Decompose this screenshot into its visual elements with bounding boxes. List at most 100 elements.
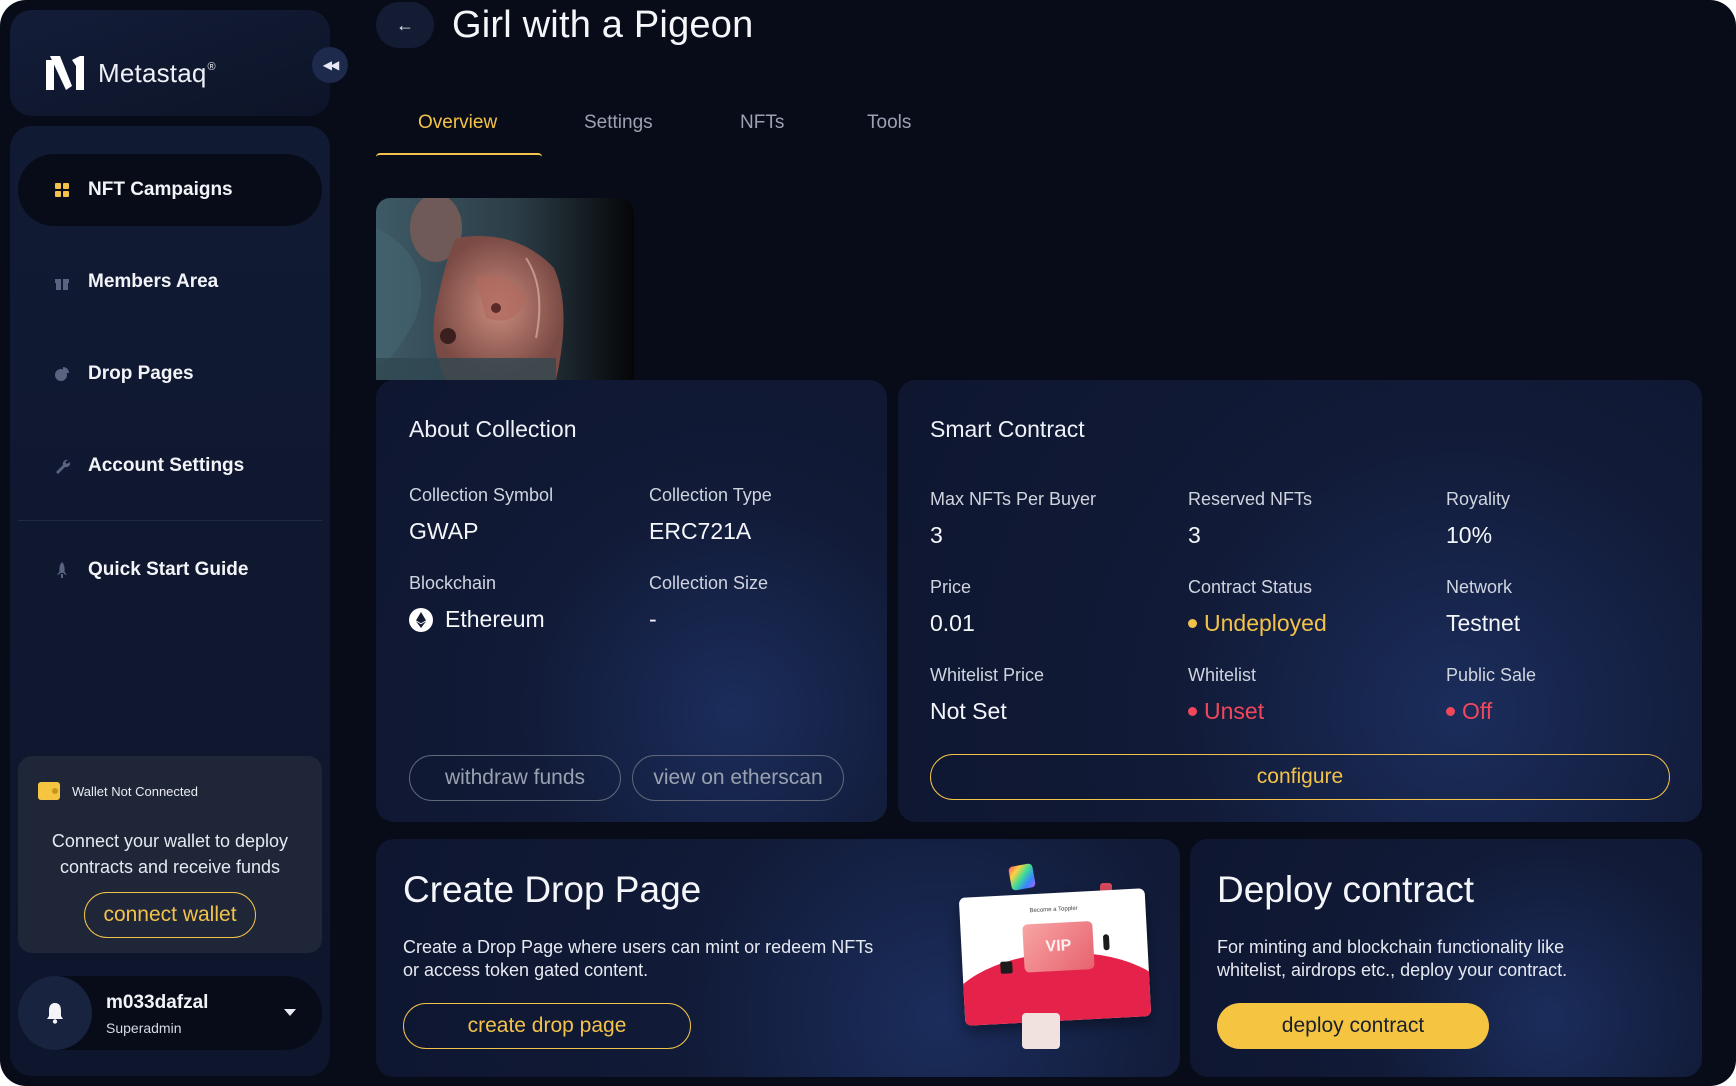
rainbow-square-icon [1008,863,1036,891]
about-collection-card: About Collection Collection Symbol GWAP … [376,380,887,822]
sidebar-item-label: Account Settings [88,455,245,476]
page-title: Girl with a Pigeon [452,4,754,46]
whitelist-price-label: Whitelist Price [930,665,1045,685]
sidebar-item-label: Drop Pages [88,363,194,384]
wallet-message: Connect your wallet to deploy contracts … [51,831,289,877]
wrench-icon [54,458,70,474]
sidebar-item-drop-pages[interactable]: Drop Pages [18,338,322,410]
sidebar-item-label: NFT Campaigns [88,179,233,200]
whitelist-status-text: Unset [1204,698,1265,724]
lock-icon [1000,961,1013,974]
deploy-contract-card: Deploy contract For minting and blockcha… [1190,839,1702,1077]
drop-page-preview: Become a Toppler VIP [958,888,1152,1026]
create-drop-page-card: Create Drop Page Create a Drop Page wher… [376,839,1180,1077]
tab-nfts[interactable]: NFTs [740,112,784,134]
pie-icon [54,366,70,382]
collection-type-label: Collection Type [649,485,772,505]
bell-icon [47,1003,63,1024]
gift-icon [54,274,70,290]
tab-overview[interactable]: Overview [418,112,497,134]
tab-settings[interactable]: Settings [584,112,653,134]
contract-status-text: Undeployed [1204,610,1327,636]
active-tab-indicator [376,153,542,157]
grid-icon [54,182,70,198]
whitelist-label: Whitelist [1188,665,1257,685]
price-value: 0.01 [930,610,975,636]
whitelist-price-value: Not Set [930,698,1007,724]
collection-symbol-value: GWAP [409,518,479,544]
configure-button[interactable]: configure [930,754,1670,800]
wallet-icon [38,782,60,800]
sidebar-item-quick-start-guide[interactable]: Quick Start Guide [18,534,322,606]
vip-card: VIP [1022,921,1095,973]
deploy-contract-button[interactable]: deploy contract [1217,1003,1489,1049]
app-window: Metastaq® ◀◀ NFT Campaigns Members Area … [0,0,1736,1086]
tab-tools[interactable]: Tools [867,112,911,134]
reserved-nfts-value: 3 [1188,522,1201,548]
smart-contract-title: Smart Contract [930,416,1085,442]
double-chevron-left-icon: ◀◀ [322,58,340,72]
public-sale-status-text: Off [1462,698,1493,724]
collapse-sidebar-button[interactable]: ◀◀ [312,47,348,83]
collection-symbol-label: Collection Symbol [409,485,554,505]
contract-status-label: Contract Status [1188,577,1313,597]
status-dot-icon [1446,707,1455,716]
sidebar-item-label: Quick Start Guide [88,559,249,580]
network-value: Testnet [1446,610,1521,636]
sidebar-item-nft-campaigns[interactable]: NFT Campaigns [18,154,322,226]
connect-wallet-button[interactable]: connect wallet [84,892,256,938]
network-label: Network [1446,577,1513,597]
contract-status-value: Undeployed [1188,610,1327,637]
preview-heading: Become a Toppler [1029,905,1078,915]
user-name: m033dafzal [106,992,209,1013]
collection-size-value: - [649,606,657,632]
user-role: Superadmin [106,1020,182,1036]
price-label: Price [930,577,972,597]
collection-cover-image [376,198,634,380]
ethereum-icon [409,607,433,632]
reserved-nfts-label: Reserved NFTs [1188,489,1313,509]
vip-label: VIP [1045,937,1072,956]
view-on-etherscan-button[interactable]: view on etherscan [632,755,844,801]
wallet-status: Wallet Not Connected [38,782,198,800]
drop-page-illustration: Become a Toppler VIP [958,863,1162,1055]
max-nfts-label: Max NFTs Per Buyer [930,489,1097,509]
sidebar-divider [18,520,322,521]
arrow-left-icon: ← [396,14,414,35]
sidebar-item-label: Members Area [88,271,219,292]
smart-contract-card: Smart Contract Max NFTs Per Buyer 3 Rese… [898,380,1702,822]
user-menu[interactable]: m033dafzal Superadmin [18,976,322,1050]
deploy-contract-description: For minting and blockchain functionality… [1217,937,1568,980]
rocket-icon [54,562,70,578]
metastaq-logo-icon [46,56,84,90]
brand-name: Metastaq® [98,58,216,88]
royalty-value: 10% [1446,522,1493,548]
status-dot-icon [1188,619,1197,628]
public-sale-value: Off [1446,698,1492,725]
about-collection-title: About Collection [409,416,577,442]
back-button[interactable]: ← [376,2,434,48]
key-icon [1102,934,1110,951]
public-sale-label: Public Sale [1446,665,1537,685]
create-drop-page-button[interactable]: create drop page [403,1003,691,1049]
blockchain-name: Ethereum [445,606,545,632]
chevron-down-icon [284,1009,296,1016]
collection-size-label: Collection Size [649,573,769,593]
wallet-panel: Wallet Not Connected Connect your wallet… [18,756,322,953]
blockchain-label: Blockchain [409,573,497,593]
create-drop-page-description: Create a Drop Page where users can mint … [403,937,874,980]
brand-header: Metastaq® [10,10,330,116]
preview-thumbnail [1022,1013,1060,1049]
max-nfts-value: 3 [930,522,943,548]
collection-type-value: ERC721A [649,518,752,544]
status-dot-icon [1188,707,1197,716]
blockchain-value: Ethereum [409,606,545,633]
royalty-label: Royality [1446,489,1511,509]
sidebar-item-members-area[interactable]: Members Area [18,246,322,318]
wallet-status-text: Wallet Not Connected [72,783,198,799]
whitelist-value: Unset [1188,698,1264,725]
deploy-contract-title: Deploy contract [1217,869,1475,910]
sidebar-item-account-settings[interactable]: Account Settings [18,430,322,502]
withdraw-funds-button[interactable]: withdraw funds [409,755,621,801]
avatar [18,976,92,1050]
